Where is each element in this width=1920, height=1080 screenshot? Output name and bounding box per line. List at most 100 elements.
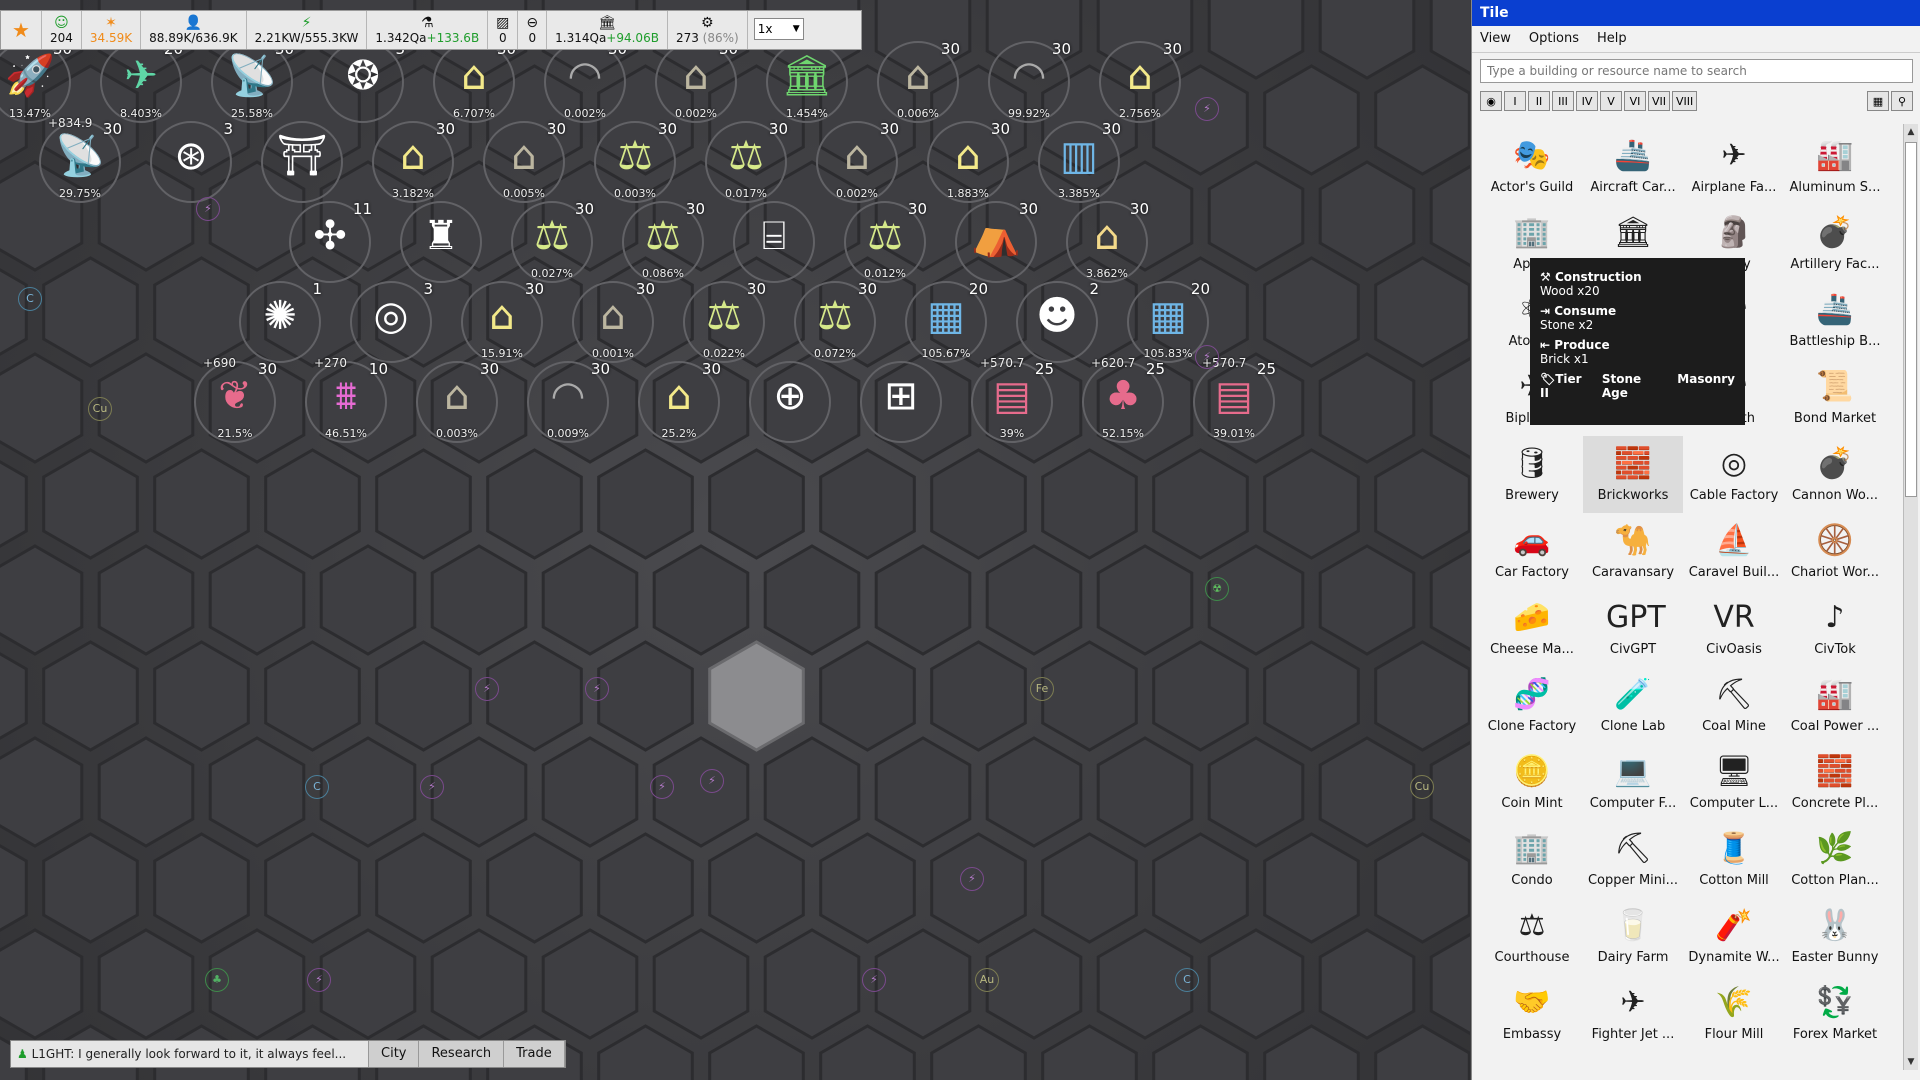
building-option[interactable]: ✈ Fighter Jet ... (1583, 975, 1683, 1052)
hex-tile[interactable] (930, 448, 1027, 560)
hex-tile[interactable] (1152, 1024, 1249, 1080)
resource-marker-icon[interactable]: ⚡ (196, 197, 220, 221)
hex-tile[interactable] (0, 544, 84, 656)
building-option[interactable]: 🥛 Dairy Farm (1583, 898, 1683, 975)
hex-tile[interactable] (985, 928, 1083, 1040)
resource-marker-icon[interactable]: ⚡ (475, 677, 499, 701)
tier-filter-8[interactable]: VIII (1672, 91, 1698, 111)
building-option[interactable]: ⛏ Copper Mini... (1583, 821, 1683, 898)
hex-tile[interactable] (1096, 736, 1194, 848)
resource-marker-icon[interactable]: ⚡ (862, 968, 886, 992)
hex-tile[interactable] (42, 832, 139, 944)
hex-tile[interactable] (1318, 736, 1416, 848)
building-option[interactable]: 💣 Cannon Wo... (1785, 436, 1885, 513)
building-option[interactable]: 🧨 Dynamite W... (1684, 898, 1784, 975)
hex-tile[interactable] (97, 352, 195, 464)
hex-tile[interactable] (486, 640, 583, 752)
resource-marker-icon[interactable]: Cu (1410, 775, 1434, 799)
resource-marker-icon[interactable]: Fe (1030, 677, 1054, 701)
hex-tile[interactable] (597, 1024, 694, 1080)
resource-marker-icon[interactable]: ⚡ (650, 775, 674, 799)
hex-tile[interactable] (819, 448, 916, 560)
hex-tile[interactable] (1374, 448, 1470, 560)
hex-tile[interactable] (97, 736, 195, 848)
hex-tile[interactable] (652, 928, 750, 1040)
hex-tile[interactable] (1096, 544, 1194, 656)
hex-tile[interactable] (0, 352, 84, 464)
building-option[interactable]: ✈ Airplane Fa... (1684, 128, 1784, 205)
hex-tile[interactable] (985, 736, 1083, 848)
grid-view-icon[interactable]: ▦ (1867, 91, 1889, 111)
hex-tile[interactable] (319, 928, 417, 1040)
hex-tile[interactable] (541, 544, 639, 656)
hex-tile[interactable] (42, 640, 139, 752)
hex-tile[interactable] (1207, 0, 1305, 80)
building-option[interactable]: 🎭 Actor's Guild (1482, 128, 1582, 205)
hex-tile[interactable] (1263, 832, 1360, 944)
hex-tile[interactable] (0, 258, 28, 366)
hex-tile[interactable] (486, 832, 583, 944)
chat-message[interactable]: ♟ L1GHT: I generally look forward to it,… (11, 1041, 369, 1067)
map-building[interactable]: ◠ 30 0.009% (518, 350, 618, 450)
hex-tile[interactable] (42, 448, 139, 560)
tier-filter-3[interactable]: III (1552, 91, 1574, 111)
hex-tile[interactable] (763, 736, 861, 848)
resource-marker-icon[interactable]: ⚡ (700, 769, 724, 793)
building-option[interactable]: ♪ CivTok (1785, 590, 1885, 667)
hex-tile[interactable] (1263, 448, 1360, 560)
building-option[interactable]: 🧱 Concrete Pl... (1785, 744, 1885, 821)
hex-tile[interactable] (1318, 0, 1416, 80)
hex-tile[interactable] (1318, 160, 1416, 272)
building-option[interactable]: 💱 Forex Market (1785, 975, 1885, 1052)
resource-marker-icon[interactable]: ⚡ (1195, 345, 1219, 369)
hex-tile[interactable] (430, 544, 528, 656)
hex-tile[interactable] (874, 544, 972, 656)
hex-tile[interactable] (1041, 640, 1138, 752)
building-option[interactable]: 🏢 Condo (1482, 821, 1582, 898)
building-option[interactable]: 🛞 Chariot Wor... (1785, 513, 1885, 590)
hex-tile[interactable] (1152, 640, 1249, 752)
menu-cell[interactable]: ★ (1, 11, 42, 49)
building-option[interactable]: 🧬 Clone Factory (1482, 667, 1582, 744)
menu-help[interactable]: Help (1597, 26, 1627, 52)
hex-tile[interactable] (0, 834, 28, 942)
world-map[interactable]: 🚀+8853013.47%✈+576.5208.403%📡+834.93025.… (0, 0, 1470, 1080)
hex-tile[interactable] (708, 1024, 805, 1080)
hex-tile[interactable] (597, 448, 694, 560)
building-option[interactable]: 📜 Bond Market (1785, 359, 1885, 436)
hex-tile[interactable] (819, 640, 916, 752)
speed-select[interactable]: 1x ▼ (753, 18, 804, 40)
hex-tile[interactable] (153, 640, 250, 752)
hex-tile[interactable] (153, 832, 250, 944)
building-option[interactable]: 🚗 Car Factory (1482, 513, 1582, 590)
hex-tile[interactable] (375, 832, 472, 944)
building-option[interactable]: VR CivOasis (1684, 590, 1784, 667)
map-building[interactable]: ⊕ (740, 350, 840, 450)
hex-tile[interactable] (375, 448, 472, 560)
search-input[interactable] (1481, 60, 1912, 82)
trade-button[interactable]: Trade (504, 1041, 565, 1067)
resource-marker-icon[interactable]: Au (975, 968, 999, 992)
hex-tile[interactable] (1263, 1024, 1360, 1080)
hex-tile[interactable] (0, 642, 28, 750)
hex-tile[interactable] (819, 832, 916, 944)
building-option[interactable]: ◎ Cable Factory (1684, 436, 1784, 513)
hex-tile[interactable] (1263, 64, 1360, 176)
hex-tile[interactable] (208, 736, 306, 848)
hex-tile[interactable] (541, 928, 639, 1040)
tier-filter-5[interactable]: V (1600, 91, 1622, 111)
building-option[interactable]: 🌾 Flour Mill (1684, 975, 1784, 1052)
hex-tile[interactable] (486, 448, 583, 560)
building-option[interactable]: GPT CivGPT (1583, 590, 1683, 667)
resource-marker-icon[interactable]: C (1175, 968, 1199, 992)
hex-tile[interactable] (1429, 930, 1470, 1038)
resource-marker-icon[interactable]: ♣ (205, 968, 229, 992)
hex-tile[interactable] (1374, 832, 1470, 944)
hex-tile[interactable] (985, 544, 1083, 656)
hex-tile[interactable] (1429, 738, 1470, 846)
hex-tile[interactable] (1041, 832, 1138, 944)
resource-marker-icon[interactable]: Cu (88, 397, 112, 421)
map-building[interactable]: ⊛ 3 (141, 110, 241, 210)
building-option[interactable]: 🪙 Coin Mint (1482, 744, 1582, 821)
building-option[interactable]: 🚢 Aircraft Car... (1583, 128, 1683, 205)
